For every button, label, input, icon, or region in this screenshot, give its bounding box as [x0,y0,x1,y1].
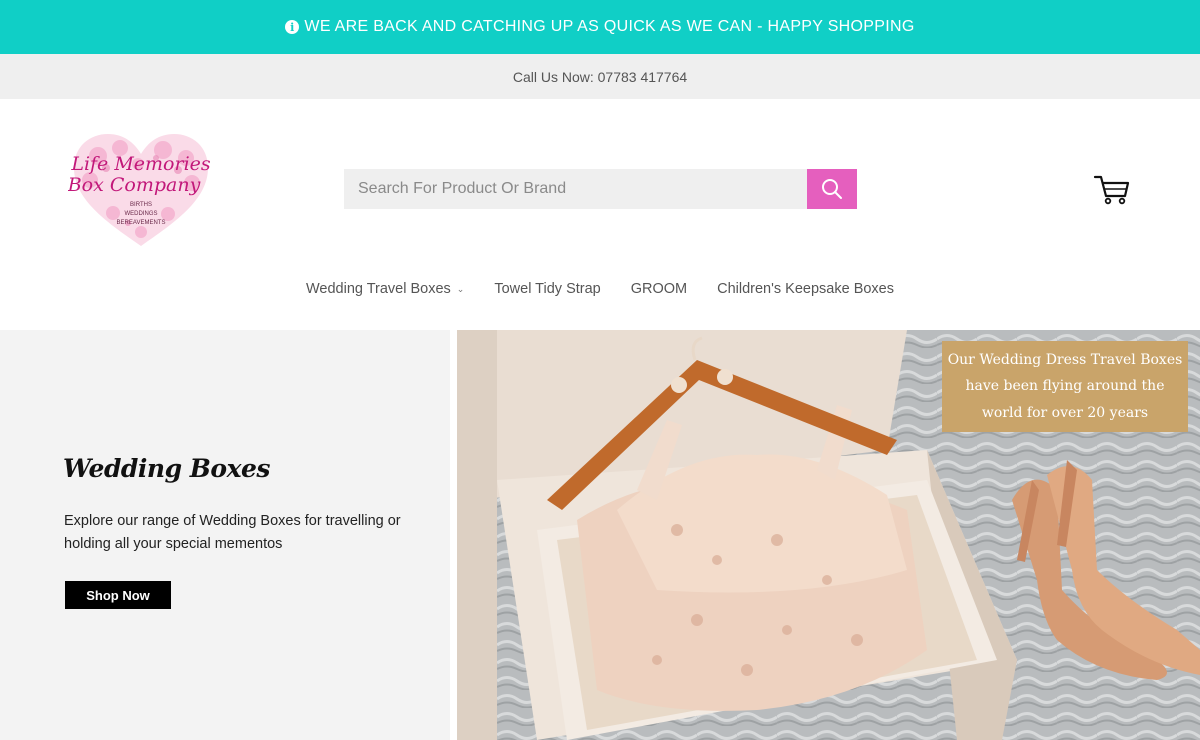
search-button[interactable] [807,169,857,209]
contact-bar: Call Us Now: 07783 417764 [0,54,1200,99]
hero-divider [450,330,457,740]
nav-item-wedding-travel-boxes[interactable]: Wedding Travel Boxes ⌄ [306,281,464,297]
nav-item-towel-tidy-strap[interactable]: Towel Tidy Strap [494,281,600,297]
hero-text-panel: Wedding Boxes Explore our range of Weddi… [0,330,450,740]
logo-tag3: BEREAVEMENTS [117,220,166,226]
nav-item-groom[interactable]: GROOM [631,281,687,297]
chevron-down-icon: ⌄ [456,283,465,294]
hero-description: Explore our range of Wedding Boxes for t… [64,513,401,552]
site-logo[interactable]: Life Memories Box Company BIRTHS WEDDING… [67,128,214,250]
hero-image: Our Wedding Dress Travel Boxes have been… [457,330,1200,740]
shop-now-button[interactable]: Shop Now [65,581,171,609]
info-circle-icon: i [285,20,300,34]
logo-tag2: WEDDINGS [125,211,158,217]
hero-badge: Our Wedding Dress Travel Boxes have been… [942,341,1188,432]
cart-button[interactable] [1093,172,1131,206]
search-icon [822,179,842,199]
logo-tag1: BIRTHS [130,202,152,208]
main-navigation: Wedding Travel Boxes ⌄ Towel Tidy Strap … [0,272,1200,306]
search-bar [344,169,857,209]
announcement-text: WE ARE BACK AND CATCHING UP AS QUICK AS … [304,18,915,35]
nav-item-childrens-keepsake-boxes[interactable]: Children's Keepsake Boxes [717,281,894,297]
announcement-bar: i WE ARE BACK AND CATCHING UP AS QUICK A… [0,0,1200,54]
logo-line2: Box Company [68,174,201,196]
nav-item-label: Children's Keepsake Boxes [717,281,894,297]
cart-icon [1093,175,1130,205]
contact-phone[interactable]: Call Us Now: 07783 417764 [513,69,687,85]
hero-title: Wedding Boxes [63,454,270,483]
nav-item-label: Wedding Travel Boxes [305,281,451,297]
search-input[interactable] [344,169,807,209]
logo-line1: Life Memories [70,153,211,175]
nav-item-label: Towel Tidy Strap [494,281,601,297]
heart-logo-icon: Life Memories Box Company BIRTHS WEDDING… [67,134,211,246]
nav-item-label: GROOM [630,281,688,297]
